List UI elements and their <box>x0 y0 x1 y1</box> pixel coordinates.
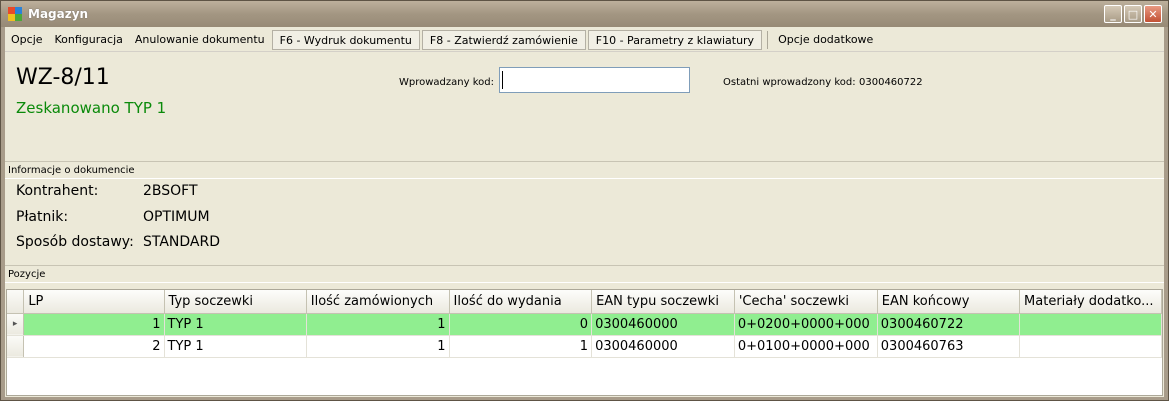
cell-materials[interactable] <box>1019 335 1162 358</box>
cell-lp[interactable]: 1 <box>23 313 165 336</box>
col-header-issue-qty[interactable]: Ilość do wydania <box>449 290 593 314</box>
cell-lp[interactable]: 2 <box>23 335 165 358</box>
col-header-lens-type[interactable]: Typ soczewki <box>164 290 307 314</box>
col-header-lens-feature[interactable]: 'Cecha' soczewki <box>734 290 878 314</box>
delivery-value: STANDARD <box>143 234 221 250</box>
positions-header: Pozycje <box>5 265 1164 283</box>
text-caret <box>502 71 503 89</box>
menu-options[interactable]: Opcje <box>5 30 49 50</box>
menu-cancel-document[interactable]: Anulowanie dokumentu <box>129 30 271 50</box>
main-area: Opcje Konfiguracja Anulowanie dokumentu … <box>5 27 1164 397</box>
f8-confirm-button[interactable]: F8 - Zatwierdź zamówienie <box>421 29 586 50</box>
minimize-icon[interactable]: _ <box>1104 5 1122 23</box>
payer-value: OPTIMUM <box>143 209 210 225</box>
delivery-row: Sposób dostawy: STANDARD <box>16 234 220 250</box>
cell-issue-qty[interactable]: 1 <box>449 335 593 358</box>
cell-ordered-qty[interactable]: 1 <box>306 335 450 358</box>
contractor-row: Kontrahent: 2BSOFT <box>16 183 198 199</box>
col-header-materials[interactable]: Materiały dodatko... <box>1019 290 1162 314</box>
col-header-ean-type[interactable]: EAN typu soczewki <box>591 290 735 314</box>
grid-header-row: LP Typ soczewki Ilość zamówionych Ilość … <box>7 290 1162 314</box>
cell-issue-qty[interactable]: 0 <box>449 313 593 336</box>
menu-separator <box>767 30 769 49</box>
col-header-ean-final[interactable]: EAN końcowy <box>877 290 1021 314</box>
cell-lens-feature[interactable]: 0+0200+0000+000 <box>734 313 878 336</box>
row-selector[interactable] <box>7 335 25 358</box>
delivery-label: Sposób dostawy: <box>16 234 134 250</box>
payer-label: Płatnik: <box>16 209 69 225</box>
last-code-label: Ostatni wprowadzony kod: <box>723 77 856 88</box>
cell-ean-type[interactable]: 0300460000 <box>591 335 735 358</box>
f6-print-button[interactable]: F6 - Wydruk dokumentu <box>271 29 420 50</box>
code-input[interactable] <box>499 67 690 93</box>
code-input-label: Wprowadzany kod: <box>399 77 494 88</box>
payer-row: Płatnik: OPTIMUM <box>16 209 210 225</box>
app-window: Magazyn _ □ ✕ Opcje Konfiguracja Anulowa… <box>0 0 1169 401</box>
grid-corner <box>7 290 25 314</box>
menu-additional-options[interactable]: Opcje dodatkowe <box>772 30 879 50</box>
row-selector-icon[interactable]: ▸ <box>7 313 25 336</box>
menu-bar: Opcje Konfiguracja Anulowanie dokumentu … <box>5 28 1164 52</box>
menu-configuration[interactable]: Konfiguracja <box>49 30 129 50</box>
table-row[interactable]: 2 TYP 1 1 1 0300460000 0+0100+0000+000 0… <box>7 335 1162 358</box>
close-icon[interactable]: ✕ <box>1144 5 1162 23</box>
cell-lens-type[interactable]: TYP 1 <box>164 335 307 358</box>
cell-ean-final[interactable]: 0300460722 <box>877 313 1021 336</box>
cell-lens-type[interactable]: TYP 1 <box>164 313 307 336</box>
cell-materials[interactable] <box>1019 313 1162 336</box>
title-bar[interactable]: Magazyn _ □ ✕ <box>1 1 1168 27</box>
col-header-lp[interactable]: LP <box>23 290 165 314</box>
document-info-header: Informacje o dokumencie <box>5 161 1164 179</box>
document-number: WZ-8/11 <box>16 65 110 90</box>
col-header-ordered-qty[interactable]: Ilość zamówionych <box>306 290 450 314</box>
window-title: Magazyn <box>28 7 89 21</box>
app-icon <box>8 7 22 21</box>
contractor-value: 2BSOFT <box>143 183 198 199</box>
f10-keyboard-params-button[interactable]: F10 - Parametry z klawiatury <box>587 29 763 50</box>
cell-lens-feature[interactable]: 0+0100+0000+000 <box>734 335 878 358</box>
last-code-value: 0300460722 <box>859 77 923 88</box>
table-row[interactable]: ▸ 1 TYP 1 1 0 0300460000 0+0200+0000+000… <box>7 313 1162 336</box>
cell-ean-final[interactable]: 0300460763 <box>877 335 1021 358</box>
scan-status: Zeskanowano TYP 1 <box>16 99 167 117</box>
cell-ean-type[interactable]: 0300460000 <box>591 313 735 336</box>
cell-ordered-qty[interactable]: 1 <box>306 313 450 336</box>
maximize-icon[interactable]: □ <box>1124 5 1142 23</box>
positions-grid[interactable]: LP Typ soczewki Ilość zamówionych Ilość … <box>6 289 1163 396</box>
contractor-label: Kontrahent: <box>16 183 99 199</box>
